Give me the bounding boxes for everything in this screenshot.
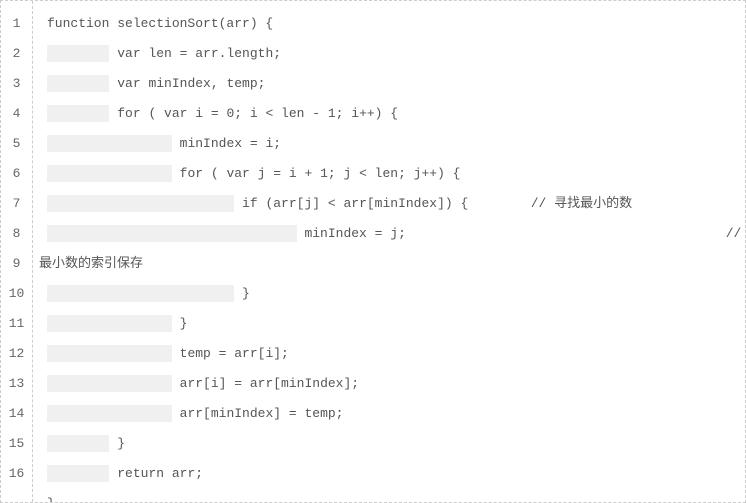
code-line: function selectionSort(arr) { [39,9,737,39]
line-number: 16 [1,459,32,489]
code-line: arr[minIndex] = temp; [39,399,737,429]
code-line: if (arr[j] < arr[minIndex]) { // 寻找最小的数 [39,189,737,219]
code-line: for ( var i = 0; i < len - 1; i++) { [39,99,737,129]
line-number: 6 [1,159,32,189]
line-number: 4 [1,99,32,129]
code-line: return arr; [39,459,737,489]
code-line: } [39,489,737,502]
line-number-gutter: 1 2 3 4 5 6 7 8 9 10 11 12 13 14 15 16 [1,1,33,502]
line-number: 15 [1,429,32,459]
line-number: 7 [1,189,32,219]
code-line: minIndex = j; // 将 [39,219,737,249]
line-number: 11 [1,309,32,339]
line-number: 14 [1,399,32,429]
code-line: var minIndex, temp; [39,69,737,99]
line-number: 10 [1,279,32,309]
line-number: 2 [1,39,32,69]
line-number: 3 [1,69,32,99]
code-line: } [39,309,737,339]
code-line: } [39,429,737,459]
code-line: arr[i] = arr[minIndex]; [39,369,737,399]
code-line: var len = arr.length; [39,39,737,69]
code-line: for ( var j = i + 1; j < len; j++) { [39,159,737,189]
code-line: temp = arr[i]; [39,339,737,369]
line-number: 13 [1,369,32,399]
line-number: 1 [1,9,32,39]
code-line: minIndex = i; [39,129,737,159]
code-block: 1 2 3 4 5 6 7 8 9 10 11 12 13 14 15 16 f… [0,0,746,503]
line-number: 9 [1,249,32,279]
line-number: 5 [1,129,32,159]
code-content: function selectionSort(arr) { var len = … [33,1,745,502]
line-number: 12 [1,339,32,369]
line-number: 8 [1,219,32,249]
code-line: 最小数的索引保存 [39,249,737,279]
code-line: } [39,279,737,309]
